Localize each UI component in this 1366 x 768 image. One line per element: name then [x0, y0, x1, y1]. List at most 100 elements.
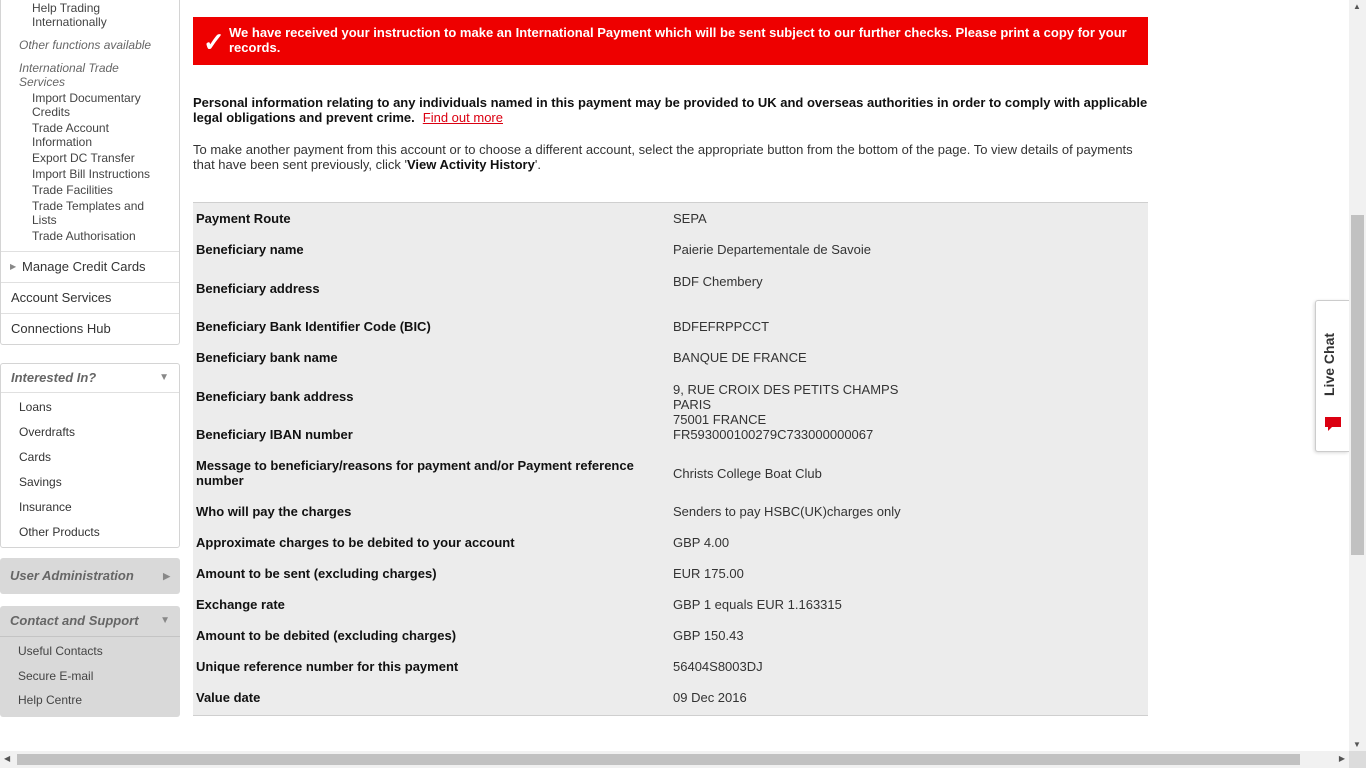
sidebar-link-trade-facilities[interactable]: Trade Facilities: [1, 183, 179, 197]
table-row: Value date 09 Dec 2016: [193, 682, 1148, 713]
contact-support-header[interactable]: Contact and Support ▼: [0, 606, 180, 637]
user-admin-header[interactable]: User Administration ▶: [0, 558, 180, 594]
chat-bubble-icon: [1324, 415, 1342, 438]
detail-label: Beneficiary name: [196, 242, 304, 257]
detail-label: Payment Route: [196, 211, 291, 226]
table-row: Unique reference number for this payment…: [193, 651, 1148, 682]
detail-value: GBP 1 equals EUR 1.163315: [673, 597, 842, 612]
sidebar-link-trade-templates[interactable]: Trade Templates and Lists: [1, 199, 152, 227]
table-row: Beneficiary Bank Identifier Code (BIC) BD…: [193, 311, 1148, 342]
table-row: Amount to be debited (excluding charges)…: [193, 620, 1148, 651]
sidebar-item-label: Manage Credit Cards: [22, 259, 146, 274]
detail-label: Beneficiary bank address: [196, 388, 354, 404]
scroll-up-icon[interactable]: ▲: [1353, 2, 1361, 11]
detail-value: BANQUE DE FRANCE: [673, 350, 807, 365]
live-chat-label: Live Chat: [1321, 332, 1337, 396]
sidebar-nav-box: Help Trading Internationally Other funct…: [0, 0, 180, 345]
detail-label: Unique reference number for this payment: [196, 659, 459, 674]
detail-label: Value date: [196, 690, 261, 705]
detail-value: Christs College Boat Club: [673, 465, 822, 481]
privacy-text: Personal information relating to any ind…: [193, 95, 1148, 125]
vertical-scrollbar[interactable]: ▲ ▼: [1349, 0, 1366, 751]
sidebar-link-trade-account-info[interactable]: Trade Account Information: [1, 121, 122, 149]
another-payment-suffix: '.: [534, 157, 541, 172]
sidebar-link-help-trading[interactable]: Help Trading Internationally: [1, 0, 142, 31]
detail-value: FR593000100279C733000000067: [673, 427, 874, 442]
scroll-right-icon[interactable]: ▶: [1339, 754, 1345, 763]
link-overdrafts[interactable]: Overdrafts: [1, 420, 179, 445]
detail-value: SEPA: [673, 211, 707, 226]
intl-trade-services-heading: International Trade Services: [19, 61, 119, 89]
left-sidebar: Help Trading Internationally Other funct…: [0, 0, 181, 717]
detail-label: Amount to be sent (excluding charges): [196, 566, 437, 581]
table-row: Beneficiary bank name BANQUE DE FRANCE: [193, 342, 1148, 373]
link-insurance[interactable]: Insurance: [1, 495, 179, 520]
panel-title: User Administration: [10, 568, 134, 583]
table-row: Payment Route SEPA: [193, 203, 1148, 234]
table-row: Beneficiary IBAN number FR593000100279C73…: [193, 419, 1148, 450]
payment-details-table: Payment Route SEPA Beneficiary name Paierie…: [193, 202, 1148, 716]
sidebar-item-label: Account Services: [11, 290, 112, 305]
privacy-notice: Personal information relating to any ind…: [193, 95, 1148, 125]
detail-label: Approximate charges to be debited to you…: [196, 535, 515, 550]
panel-title: Interested In?: [11, 370, 97, 385]
sidebar-item-connections-hub[interactable]: Connections Hub: [1, 313, 179, 344]
sidebar-item-manage-credit-cards[interactable]: ▶ Manage Credit Cards: [1, 251, 179, 282]
link-savings[interactable]: Savings: [1, 470, 179, 495]
chevron-right-icon: ▶: [10, 262, 17, 271]
horizontal-scrollbar[interactable]: ◀ ▶: [0, 751, 1349, 768]
view-activity-history-text: View Activity History: [406, 157, 535, 172]
live-chat-tab[interactable]: Live Chat: [1315, 300, 1349, 452]
table-row: Beneficiary name Paierie Departementale d…: [193, 234, 1148, 265]
user-admin-panel: User Administration ▶: [0, 558, 180, 594]
chevron-down-icon: ▼: [160, 615, 170, 626]
scrollbar-corner: [1349, 751, 1366, 768]
detail-value: GBP 4.00: [673, 535, 730, 550]
sidebar-link-import-dc[interactable]: Import Documentary Credits: [1, 91, 147, 119]
scroll-down-icon[interactable]: ▼: [1353, 740, 1361, 749]
checkmark-icon: ✓: [203, 27, 225, 57]
table-row: Approximate charges to be debited to you…: [193, 527, 1148, 558]
find-out-more-link[interactable]: Find out more: [423, 110, 503, 125]
contact-support-panel: Contact and Support ▼ Useful Contacts Se…: [0, 606, 180, 717]
detail-value: BDFEFRPPCCT: [673, 319, 770, 334]
chevron-right-icon: ▶: [163, 571, 170, 581]
sidebar-link-import-bill[interactable]: Import Bill Instructions: [1, 167, 179, 181]
another-payment-text: To make another payment from this accoun…: [193, 142, 1133, 172]
detail-label: Beneficiary address: [196, 280, 320, 296]
table-row: Who will pay the charges Senders to pay H…: [193, 496, 1148, 527]
detail-value: 56404S8003DJ: [673, 659, 763, 674]
detail-value: 09 Dec 2016: [673, 690, 747, 705]
interested-in-panel: Interested In? ▼ Loans Overdrafts Cards …: [0, 363, 180, 548]
table-row: Beneficiary bank address 9, RUE CROIX DES…: [193, 373, 1148, 427]
interested-in-header[interactable]: Interested In? ▼: [1, 364, 179, 393]
link-other-products[interactable]: Other Products: [1, 520, 179, 545]
confirmation-message: We have received your instruction to mak…: [229, 25, 1127, 55]
detail-label: Exchange rate: [196, 597, 285, 612]
table-row: Message to beneficiary/reasons for payme…: [193, 450, 1148, 496]
table-row: Beneficiary address BDF Chembery: [193, 265, 1148, 311]
panel-title: Contact and Support: [10, 613, 139, 628]
trade-services-list: Import Documentary Credits Trade Account…: [1, 91, 179, 243]
table-row: Amount to be sent (excluding charges) EUR…: [193, 558, 1148, 589]
another-payment-notice: To make another payment from this accoun…: [193, 142, 1148, 172]
link-useful-contacts[interactable]: Useful Contacts: [0, 639, 180, 664]
horizontal-scroll-thumb[interactable]: [17, 754, 1300, 765]
detail-label: Who will pay the charges: [196, 504, 352, 519]
sidebar-item-account-services[interactable]: Account Services: [1, 282, 179, 313]
sidebar-link-trade-authorisation[interactable]: Trade Authorisation: [1, 229, 179, 243]
detail-value: Paierie Departementale de Savoie: [673, 242, 872, 257]
detail-label: Beneficiary Bank Identifier Code (BIC): [196, 319, 431, 334]
detail-label: Beneficiary bank name: [196, 350, 338, 365]
sidebar-link-export-dc-transfer[interactable]: Export DC Transfer: [1, 151, 179, 165]
detail-label: Beneficiary IBAN number: [196, 427, 353, 442]
sidebar-item-label: Connections Hub: [11, 321, 111, 336]
chevron-down-icon: ▼: [159, 372, 169, 383]
link-cards[interactable]: Cards: [1, 445, 179, 470]
scroll-left-icon[interactable]: ◀: [4, 754, 10, 763]
link-loans[interactable]: Loans: [1, 395, 179, 420]
vertical-scroll-thumb[interactable]: [1351, 215, 1364, 555]
detail-value: Senders to pay HSBC(UK)charges only: [673, 504, 901, 519]
link-secure-email[interactable]: Secure E-mail: [0, 664, 180, 689]
link-help-centre[interactable]: Help Centre: [0, 688, 180, 713]
